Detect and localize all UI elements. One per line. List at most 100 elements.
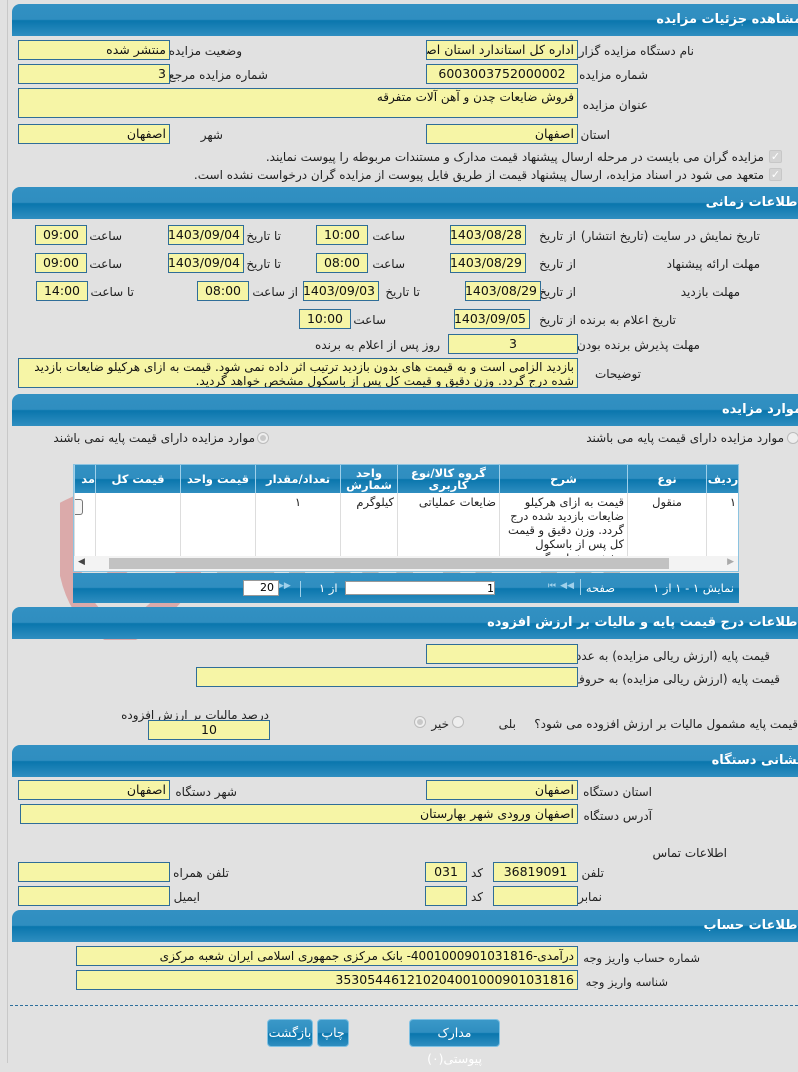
no-file-offer-checkbox[interactable]: ✓ bbox=[769, 168, 782, 181]
print-button[interactable]: چاپ bbox=[317, 1019, 349, 1047]
scroll-left-arrow-icon[interactable]: ◀ bbox=[78, 557, 85, 567]
visit-from-time[interactable]: 08:00 bbox=[197, 281, 249, 301]
documents-button[interactable] bbox=[75, 499, 83, 515]
auction-number-label: شماره مزایده bbox=[579, 68, 648, 82]
col-header-description[interactable]: شرح bbox=[499, 465, 627, 493]
page-of-label: از ۱ bbox=[319, 581, 338, 595]
phone-field[interactable]: 36819091 bbox=[493, 862, 578, 882]
phone-code-label: کد bbox=[470, 866, 483, 880]
col-header-documents[interactable]: مد bbox=[74, 465, 95, 493]
email-field[interactable] bbox=[18, 886, 170, 906]
page-size-select[interactable]: 20 bbox=[243, 580, 279, 596]
page-label: صفحه bbox=[585, 581, 615, 595]
base-price-number-label: قیمت پایه (ارزش ریالی مزایده) به عدد bbox=[575, 649, 770, 663]
visit-to-date[interactable]: 1403/09/03 bbox=[303, 281, 379, 301]
col-header-type[interactable]: نوع bbox=[627, 465, 706, 493]
page-size-value: 20 bbox=[260, 581, 274, 594]
grid-pager: نمایش ۱ - ۱ از ۱ ⏮ ◀◀ صفحه 1 از ۱ ▶▶ ⏭ 2… bbox=[73, 573, 739, 603]
col-header-quantity[interactable]: تعداد/مقدار bbox=[255, 465, 340, 493]
city-field[interactable]: اصفهان bbox=[18, 124, 170, 144]
visit-to-time[interactable]: 14:00 bbox=[36, 281, 88, 301]
vat-yes-radio[interactable] bbox=[452, 716, 464, 728]
col-header-group[interactable]: گروه کالا/نوع کاربری bbox=[397, 465, 499, 493]
pager-divider bbox=[580, 579, 581, 595]
city-label: شهر bbox=[200, 128, 223, 142]
announce-label: تاریخ اعلام به برنده bbox=[579, 313, 676, 327]
attachments-button[interactable]: مدارک پیوستی(۰) bbox=[409, 1019, 500, 1066]
announce-date[interactable]: 1403/09/05 bbox=[454, 309, 530, 329]
visit-from-date[interactable]: 1403/08/29 bbox=[465, 281, 541, 301]
mobile-field[interactable] bbox=[18, 862, 170, 882]
accept-deadline-field[interactable]: 3 bbox=[448, 334, 578, 354]
section-title: مشاهده جزئیات مزایده bbox=[656, 12, 798, 27]
fax-code-field[interactable] bbox=[425, 886, 467, 906]
vat-percent-field[interactable]: 10 bbox=[148, 720, 270, 740]
time-label: ساعت bbox=[89, 229, 122, 243]
no-file-offer-text: متعهد می شود در اسناد مزایده، ارسال پیشن… bbox=[193, 168, 764, 182]
display-from-date[interactable]: 1403/08/28 bbox=[450, 225, 526, 245]
title-field[interactable]: فروش ضایعات چدن و آهن آلات متفرقه bbox=[18, 88, 578, 118]
offer-from-time[interactable]: 08:00 bbox=[316, 253, 368, 273]
mobile-label: تلفن همراه bbox=[173, 866, 229, 880]
ref-number-field[interactable]: 3 bbox=[18, 64, 170, 84]
announce-time[interactable]: 10:00 bbox=[299, 309, 351, 329]
back-button[interactable]: بازگشت bbox=[267, 1019, 313, 1047]
org-address-field[interactable]: اصفهان ورودی شهر بهارستان bbox=[20, 804, 578, 824]
cell-total-price bbox=[95, 493, 180, 557]
offer-from-date[interactable]: 1403/08/29 bbox=[450, 253, 526, 273]
status-field[interactable]: منتشر شده bbox=[18, 40, 170, 60]
province-field[interactable]: اصفهان bbox=[426, 124, 578, 144]
radio-with-base-price[interactable] bbox=[787, 432, 798, 444]
display-to-time[interactable]: 09:00 bbox=[35, 225, 87, 245]
account-number-label: شماره حساب واریز وجه bbox=[583, 951, 700, 965]
base-price-number-field[interactable] bbox=[426, 644, 578, 664]
offer-to-time[interactable]: 09:00 bbox=[35, 253, 87, 273]
vat-yes-label: بلی bbox=[498, 717, 516, 731]
cell-row: ۱ bbox=[706, 493, 738, 557]
fax-code-label: کد bbox=[470, 890, 483, 904]
next-page-icon[interactable]: ▶▶ bbox=[277, 581, 291, 591]
visit-deadline-label: مهلت بازدید bbox=[680, 285, 740, 299]
org-province-field[interactable]: اصفهان bbox=[426, 780, 578, 800]
cell-quantity: ۱ bbox=[255, 493, 340, 557]
scrollbar-thumb[interactable] bbox=[109, 558, 669, 569]
attach-required-checkbox[interactable]: ✓ bbox=[769, 150, 782, 163]
scroll-right-arrow-icon[interactable]: ▶ bbox=[727, 557, 734, 567]
auction-number-field[interactable]: 6003003752000002 bbox=[426, 64, 578, 84]
section-header-timing: اطلاعات زمانی bbox=[12, 187, 798, 219]
payment-id-label: شناسه واریز وجه bbox=[585, 975, 668, 989]
col-header-total-price[interactable]: قیمت کل bbox=[95, 465, 180, 493]
offer-to-date[interactable]: 1403/09/04 bbox=[168, 253, 244, 273]
from-date-label: از تاریخ bbox=[539, 257, 576, 271]
fax-field[interactable] bbox=[493, 886, 578, 906]
from-date-label: از تاریخ bbox=[539, 229, 576, 243]
prev-page-icon[interactable]: ◀◀ bbox=[560, 581, 574, 591]
display-to-date[interactable]: 1403/09/04 bbox=[168, 225, 244, 245]
col-header-unit-price[interactable]: قیمت واحد bbox=[180, 465, 255, 493]
radio-without-base-price[interactable] bbox=[257, 432, 269, 444]
base-price-text-field[interactable] bbox=[196, 667, 578, 687]
contact-info-title: اطلاعات تماس bbox=[652, 846, 727, 860]
payment-id-field[interactable]: 353054461210204001000901031816 bbox=[76, 970, 578, 990]
pager-divider bbox=[300, 581, 301, 597]
notes-label: توضیحات bbox=[594, 367, 641, 381]
vat-no-radio[interactable] bbox=[414, 716, 426, 728]
accept-suffix: روز پس از اعلام به برنده bbox=[315, 338, 440, 352]
title-label: عنوان مزایده bbox=[582, 98, 648, 112]
col-header-row[interactable]: ردیف bbox=[706, 465, 738, 493]
page-input[interactable]: 1 bbox=[345, 581, 495, 595]
time-label: ساعت bbox=[372, 257, 405, 271]
org-city-field[interactable]: اصفهان bbox=[18, 780, 170, 800]
grid-horizontal-scrollbar[interactable]: ◀ ▶ bbox=[74, 556, 738, 571]
col-header-unit[interactable]: واحد شمارش bbox=[340, 465, 397, 493]
account-number-field[interactable]: درآمدی-4001000901031816- بانک مرکزی جمهو… bbox=[76, 946, 578, 966]
cell-unit: کیلوگرم bbox=[340, 493, 397, 557]
notes-field[interactable]: بازدید الزامی است و به قیمت های بدون باز… bbox=[18, 358, 578, 388]
first-page-icon[interactable]: ⏮ bbox=[548, 581, 556, 591]
organizer-field[interactable]: اداره کل استاندارد استان اصفهان bbox=[426, 40, 578, 60]
cell-documents bbox=[74, 493, 95, 557]
phone-code-field[interactable]: 031 bbox=[425, 862, 467, 882]
time-label: ساعت bbox=[89, 257, 122, 271]
display-from-time[interactable]: 10:00 bbox=[316, 225, 368, 245]
page-left-border bbox=[7, 0, 8, 1063]
